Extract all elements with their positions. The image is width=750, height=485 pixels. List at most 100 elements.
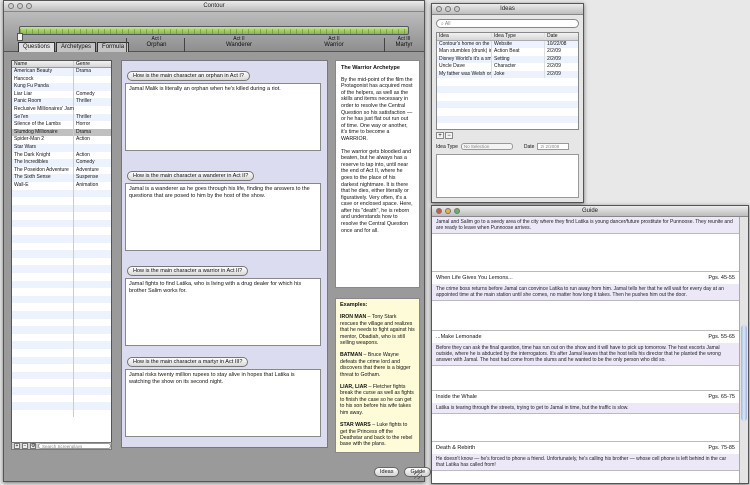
column-idea[interactable]: Idea (437, 33, 492, 40)
film-row[interactable]: The Poseidon Adventure Adventure (12, 166, 111, 175)
empty-row (12, 394, 111, 403)
table-header: Idea Idea Type Date (437, 33, 578, 41)
idea-row[interactable]: Disney World's it's a small ...Setting2/… (437, 55, 578, 63)
ideas-button[interactable]: Ideas (374, 467, 400, 477)
question-button[interactable]: How is the main character a martyr in Ac… (127, 357, 249, 367)
act-martyr[interactable]: Act III Martyr (386, 36, 422, 48)
add-icon[interactable]: + (14, 443, 20, 449)
empty-row (12, 265, 111, 274)
tab-formula[interactable]: Formula (97, 42, 130, 52)
empty-row (12, 303, 111, 311)
screenplay-list[interactable]: Name Genre American Beauty Drama Hancock Ku… (11, 60, 112, 448)
remove-icon[interactable]: − (22, 443, 28, 449)
question-block: How is the main character an orphan in A… (125, 71, 321, 151)
act-wanderer[interactable]: Act II Wanderer (214, 36, 264, 48)
section-title: Inside the Whale (436, 394, 477, 400)
film-genre (74, 76, 76, 84)
close-button[interactable] (436, 208, 442, 214)
archetype-paragraph: By the mid-point of the film the Protago… (341, 76, 413, 142)
section-pages: Pgs. 75-85 (708, 445, 735, 451)
film-row[interactable]: Reclusive Millionaires' Jam (12, 105, 111, 114)
film-row[interactable]: Se7en Thriller (12, 113, 111, 122)
column-name[interactable]: Name (12, 61, 74, 67)
column-genre[interactable]: Genre (74, 61, 90, 67)
ideas-window: Ideas ⌕ All Idea Idea Type Date Contour'… (431, 3, 584, 203)
film-row[interactable]: The Sixth Sense Suspense (12, 174, 111, 182)
film-row[interactable]: Wall-E Animation (12, 181, 111, 190)
film-row[interactable]: Spider-Man 2 Action (12, 136, 111, 144)
idea-row[interactable]: Uncle Dave Character 2/2/09 (437, 63, 578, 71)
idea-row[interactable]: My father was Welsh on ... Joke 2/2/09 (437, 70, 578, 78)
section-pages: Pgs. 65-75 (708, 394, 735, 400)
guide-notes-area[interactable] (432, 365, 739, 390)
tab-archetypes[interactable]: Archetypes (56, 42, 97, 52)
film-genre: Comedy (76, 90, 95, 97)
minimize-button[interactable] (17, 3, 23, 9)
film-row[interactable]: American Beauty Drama (12, 68, 111, 76)
guide-section-header: Death & Rebirth Pgs. 75-85 (432, 441, 739, 454)
guide-notes-area[interactable] (432, 233, 739, 271)
column-idea-type[interactable]: Idea Type (492, 33, 545, 40)
zoom-button[interactable] (454, 208, 460, 214)
empty-row (12, 386, 111, 395)
film-row[interactable]: Star Wars (12, 143, 111, 152)
answer-field[interactable]: Jamal fights to find Latika, who is livi… (125, 278, 321, 346)
idea-notes-field[interactable] (436, 154, 579, 198)
zoom-button[interactable] (454, 6, 460, 12)
window-controls (436, 208, 460, 214)
close-button[interactable] (436, 6, 442, 12)
empty-row (437, 115, 578, 123)
answer-field[interactable]: Jamal Malik is literally an orphan when … (125, 83, 321, 151)
film-row[interactable]: Panic Room Thriller (12, 98, 111, 106)
ideas-table[interactable]: Idea Idea Type Date Contour's home on th… (436, 32, 579, 130)
guide-notes-area[interactable] (432, 470, 739, 483)
screenplay-search-input[interactable]: Search Screenplays (38, 443, 111, 449)
film-name: Slumdog Millionaire (12, 128, 74, 137)
empty-row (437, 100, 578, 108)
resize-handle[interactable] (414, 471, 422, 479)
act-warrior[interactable]: Act II Warrior (309, 36, 359, 48)
answer-field[interactable]: Jamal is a wanderer as he goes through h… (125, 183, 321, 251)
list-footer: + − ⚙ Search Screenplays (11, 442, 112, 450)
date-field[interactable]: 2/ 2/2009 (537, 143, 570, 150)
act-orphan[interactable]: Act I Orphan (134, 36, 179, 48)
idea-text: Contour's home on the web (437, 40, 492, 48)
answer-field[interactable]: Jamal risks twenty million rupees to sta… (125, 369, 321, 437)
question-button[interactable]: How is the main character a wanderer in … (127, 171, 255, 181)
add-icon[interactable]: + (436, 132, 444, 139)
film-row[interactable]: Slumdog Millionaire Drama (12, 128, 111, 137)
section-title: ...Make Lemonade (436, 334, 482, 340)
minimize-button[interactable] (445, 208, 451, 214)
story-timeline-slider[interactable] (19, 26, 409, 35)
toolbar: Questions Archetypes Formula Act I Orphan… (4, 12, 424, 52)
minimize-button[interactable] (445, 6, 451, 12)
film-row[interactable]: Silence of the Lambs Horror (12, 121, 111, 129)
film-row[interactable]: Hancock (12, 75, 111, 84)
timeline-thumb[interactable] (17, 33, 23, 41)
question-button[interactable]: How is the main character a warrior in A… (127, 266, 249, 276)
ideas-search-input[interactable]: ⌕ All (436, 19, 579, 28)
example-item: IRON MAN – Tony Stark rescues the villag… (340, 314, 415, 347)
guide-notes-area[interactable] (432, 300, 739, 330)
guide-scrollbar[interactable] (739, 217, 748, 483)
question-button[interactable]: How is the main character an orphan in A… (127, 71, 250, 81)
guide-section-header: ...Make Lemonade Pgs. 55-65 (432, 330, 739, 343)
idea-type: Website (492, 40, 545, 48)
empty-row (12, 189, 111, 198)
film-row[interactable]: Kung Fu Panda (12, 83, 111, 91)
idea-row[interactable]: Contour's home on the webWebsite10/22/08 (437, 40, 578, 48)
guide-notes-area[interactable] (432, 413, 739, 441)
column-date[interactable]: Date (545, 33, 558, 40)
idea-type-select[interactable]: No Selection (460, 143, 513, 150)
close-button[interactable] (8, 3, 14, 9)
film-row[interactable]: Liar Liar Comedy (12, 90, 111, 99)
zoom-button[interactable] (26, 3, 32, 9)
film-row[interactable]: The Incredibles Comedy (12, 159, 111, 167)
remove-icon[interactable]: − (445, 132, 453, 139)
film-row[interactable]: The Dark Knight Action (12, 151, 111, 160)
idea-row[interactable]: Man stumbles (drunk) into a ...Action Be… (437, 48, 578, 56)
tab-questions[interactable]: Questions (18, 42, 56, 52)
gear-icon[interactable]: ⚙ (30, 443, 36, 449)
idea-type: Character (492, 63, 545, 71)
scroll-thumb[interactable] (741, 325, 747, 421)
